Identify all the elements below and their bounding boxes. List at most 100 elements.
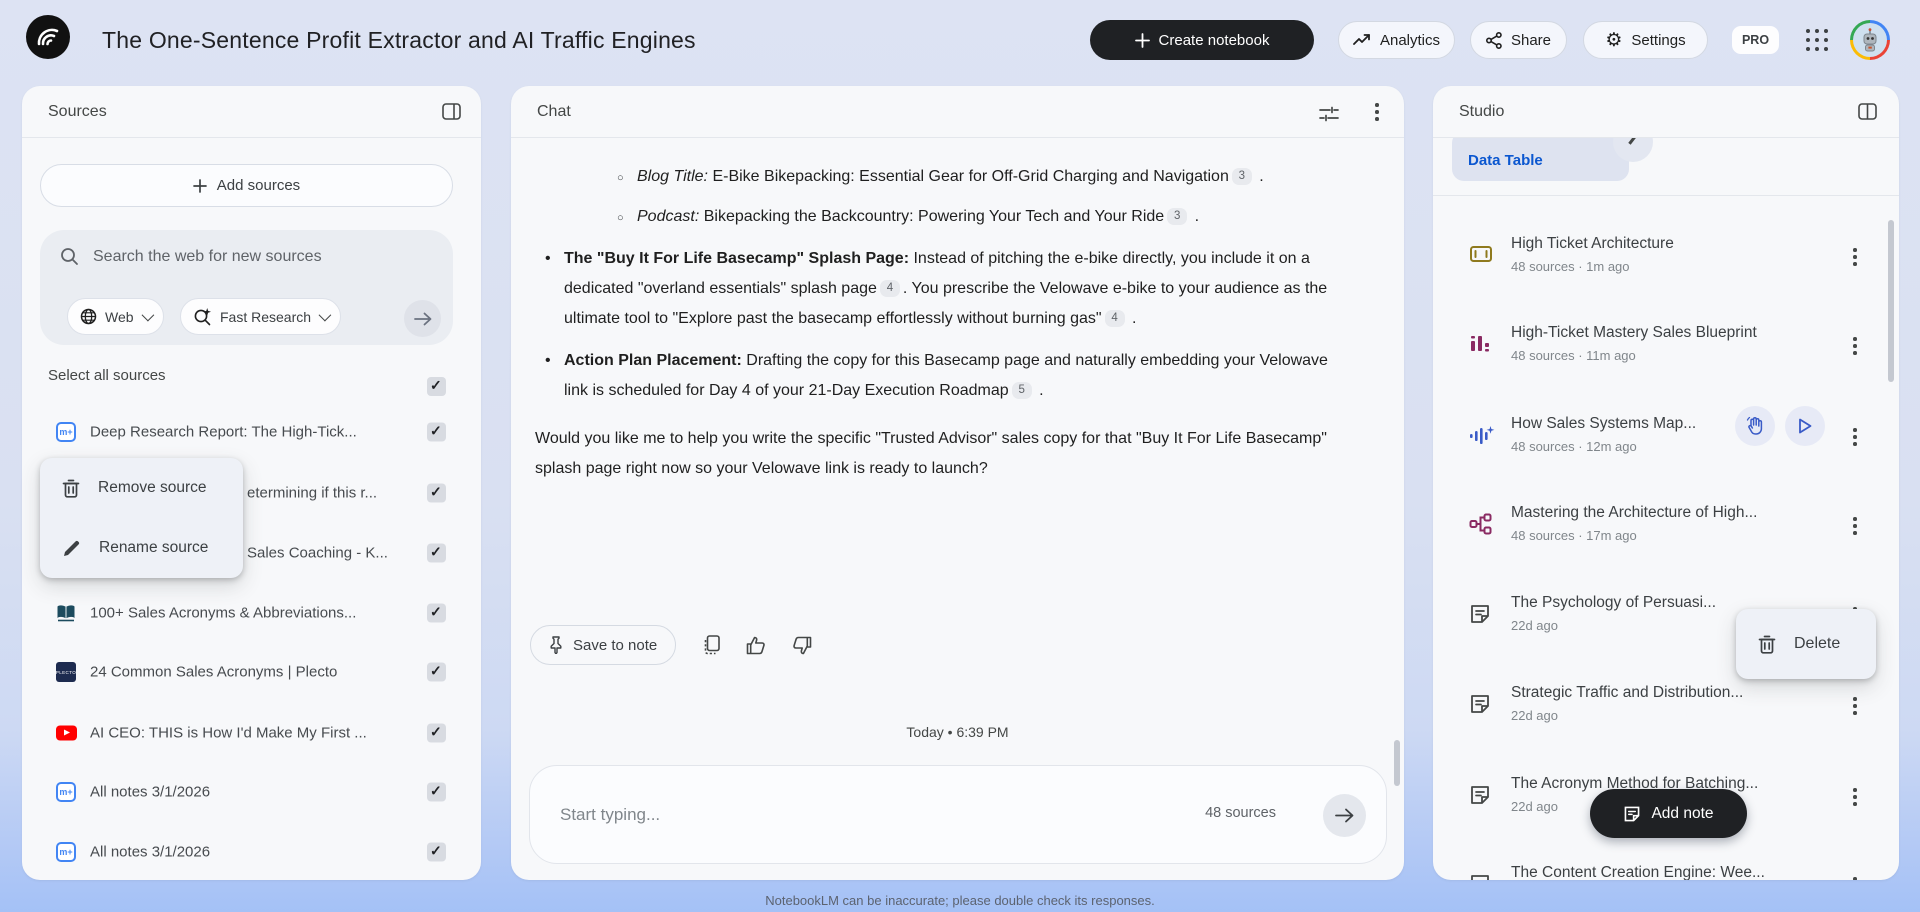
interactive-mode-button[interactable] <box>1735 406 1775 446</box>
studio-item-title: The Content Creation Engine: Wee... <box>1511 864 1765 880</box>
trash-icon <box>1758 635 1776 654</box>
thumbs-down-icon[interactable] <box>792 636 812 655</box>
chat-more-menu-icon[interactable] <box>1367 99 1387 125</box>
source-row[interactable]: AI CEO: THIS is How I'd Make My First ..… <box>22 708 481 758</box>
pin-icon <box>550 636 562 654</box>
chat-timestamp: Today • 6:39 PM <box>906 724 1009 740</box>
source-checkbox[interactable] <box>427 723 446 743</box>
google-apps-grid-icon[interactable] <box>1806 29 1828 51</box>
analytics-button[interactable]: Analytics <box>1338 21 1455 59</box>
studio-item-row[interactable]: Mastering the Architecture of High... 48… <box>1433 503 1899 569</box>
citation-badge[interactable]: 3 <box>1167 208 1188 225</box>
source-checkbox[interactable] <box>427 543 446 563</box>
save-to-note-button[interactable]: Save to note <box>530 625 677 665</box>
source-row[interactable]: m+ All notes 3/1/2026 <box>22 827 481 877</box>
item-more-menu-icon[interactable] <box>1845 513 1865 539</box>
text: . <box>1034 382 1044 399</box>
source-checkbox[interactable] <box>427 782 446 802</box>
mindmap-icon <box>1469 513 1493 535</box>
rename-source-menu-item[interactable]: Rename source <box>40 518 243 578</box>
source-checkbox[interactable] <box>427 662 446 682</box>
source-row[interactable]: m+ All notes 3/1/2026 <box>22 767 481 817</box>
studio-item-row[interactable]: How Sales Systems Map... 48 sources · 12… <box>1433 406 1899 480</box>
note-icon <box>1469 603 1491 625</box>
delete-menu-item[interactable]: Delete <box>1736 609 1876 679</box>
gear-icon: ⚙ <box>1605 29 1623 51</box>
pencil-icon <box>64 540 80 556</box>
add-sources-button[interactable]: Add sources <box>40 164 453 207</box>
studio-item-row[interactable]: The Content Creation Engine: Wee... <box>1433 863 1899 880</box>
add-sources-label: Add sources <box>216 177 301 194</box>
citation-badge[interactable]: 4 <box>1104 310 1125 327</box>
search-icon <box>61 248 78 265</box>
sources-panel: Sources Add sources Web Fast Research Se… <box>22 86 481 880</box>
studio-panel: Studio Data Table High Ticket Architectu… <box>1433 86 1899 880</box>
source-row[interactable]: PLECTO 24 Common Sales Acronyms | Plecto <box>22 647 481 697</box>
notebooklm-logo[interactable] <box>26 15 70 59</box>
sub-bullet-label: Podcast: <box>637 208 700 225</box>
studio-panel-title: Studio <box>1459 103 1505 120</box>
web-filter-dropdown[interactable]: Web <box>67 298 164 335</box>
list-item: Action Plan Placement: Drafting the copy… <box>535 346 1331 406</box>
message-actions: Save to note <box>530 625 812 665</box>
arrow-right-icon <box>1335 808 1354 823</box>
play-button[interactable] <box>1785 406 1825 446</box>
data-table-chip[interactable]: Data Table <box>1452 138 1629 181</box>
trash-icon <box>62 479 80 498</box>
send-button[interactable] <box>1323 794 1366 837</box>
disclaimer-text: NotebookLM can be inaccurate; please dou… <box>765 893 1155 908</box>
expand-panel-icon[interactable] <box>1858 103 1877 120</box>
closing-question: Would you like me to help you write the … <box>535 430 1327 477</box>
source-row[interactable]: m+ Deep Research Report: The High-Tick..… <box>22 407 481 457</box>
chat-settings-icon[interactable] <box>1319 105 1339 123</box>
research-mode-label: Fast Research <box>220 308 312 325</box>
citation-badge[interactable]: 5 <box>1011 382 1032 399</box>
studio-item-row[interactable]: High Ticket Architecture 48 sources · 1m… <box>1433 234 1899 300</box>
create-notebook-button[interactable]: Create notebook <box>1090 20 1314 60</box>
source-title: etermining if this r... <box>247 484 378 502</box>
chat-panel: Chat Blog Title: E-Bike Bikepacking: Ess… <box>511 86 1404 880</box>
source-checkbox[interactable] <box>427 483 446 503</box>
share-button[interactable]: Share <box>1470 21 1567 59</box>
select-all-checkbox[interactable] <box>427 377 446 396</box>
settings-button[interactable]: ⚙ Settings <box>1583 21 1708 59</box>
text: . <box>1254 168 1264 185</box>
studio-item-row[interactable]: High-Ticket Mastery Sales Blueprint 48 s… <box>1433 323 1899 389</box>
source-checkbox[interactable] <box>427 603 446 623</box>
item-more-menu-icon[interactable] <box>1845 693 1865 719</box>
add-note-button[interactable]: Add note <box>1590 789 1747 838</box>
note-icon <box>1625 806 1640 821</box>
studio-item-row[interactable]: Strategic Traffic and Distribution... 22… <box>1433 683 1899 749</box>
item-more-menu-icon[interactable] <box>1845 333 1865 359</box>
studio-item-meta: 22d ago <box>1511 708 1558 723</box>
audio-waveform-icon <box>1469 424 1495 448</box>
source-checkbox[interactable] <box>427 422 446 442</box>
citation-badge[interactable]: 4 <box>879 280 900 297</box>
item-more-menu-icon[interactable] <box>1845 244 1865 270</box>
collapse-panel-icon[interactable] <box>442 103 461 120</box>
studio-item-meta: 22d ago <box>1511 618 1558 633</box>
item-more-menu-icon[interactable] <box>1845 424 1865 450</box>
search-sources-input[interactable] <box>93 247 423 266</box>
research-mode-dropdown[interactable]: Fast Research <box>180 298 342 335</box>
source-row[interactable]: 100+ Sales Acronyms & Abbreviations... <box>22 588 481 638</box>
chat-scrollbar[interactable] <box>1394 740 1400 786</box>
source-title: All notes 3/1/2026 <box>90 783 211 801</box>
thumbs-up-icon[interactable] <box>746 636 766 655</box>
search-submit-button[interactable] <box>404 300 441 337</box>
account-avatar[interactable] <box>1850 20 1890 60</box>
note-icon <box>1469 873 1491 880</box>
chat-input[interactable] <box>560 766 1080 863</box>
source-checkbox[interactable] <box>427 842 446 862</box>
citation-badge[interactable]: 3 <box>1231 168 1252 185</box>
item-more-menu-icon[interactable] <box>1845 873 1865 880</box>
sub-bullet-list: Blog Title: E-Bike Bikepacking: Essentia… <box>535 162 1331 233</box>
copy-icon[interactable] <box>702 635 721 655</box>
remove-source-menu-item[interactable]: Remove source <box>40 458 243 518</box>
analytics-label: Analytics <box>1379 31 1441 49</box>
item-more-menu-icon[interactable] <box>1845 784 1865 810</box>
source-title: 24 Common Sales Acronyms | Plecto <box>90 663 338 681</box>
share-label: Share <box>1510 31 1552 49</box>
studio-scrollbar[interactable] <box>1888 220 1894 382</box>
settings-label: Settings <box>1631 31 1686 49</box>
